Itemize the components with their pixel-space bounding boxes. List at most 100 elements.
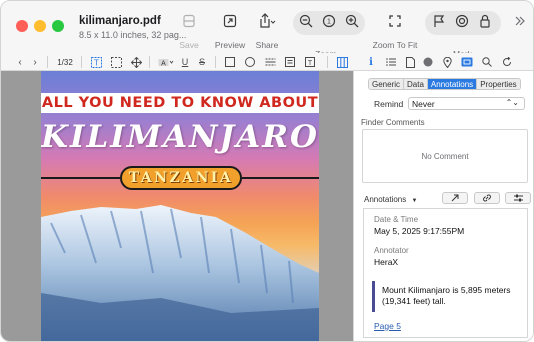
toolbar-overflow-button[interactable]	[513, 11, 527, 31]
preview-icon	[213, 11, 247, 31]
tab-annotations[interactable]: Annotations	[427, 79, 478, 89]
arrow-up-right-icon	[451, 194, 459, 202]
flag-button[interactable]	[431, 11, 447, 31]
info-icon: i	[369, 56, 373, 68]
close-window-button[interactable]	[16, 20, 28, 32]
remind-select[interactable]: Never ⌃⌄	[408, 97, 525, 110]
refresh-inspector-button[interactable]	[500, 55, 514, 69]
decorative-line-right	[242, 177, 319, 179]
note-icon	[285, 57, 295, 67]
document-title: kilimanjaro.pdf	[79, 15, 161, 27]
annotations-label: Annotations	[364, 195, 407, 204]
actual-size-icon: 1	[320, 11, 338, 31]
chevron-double-right-icon	[513, 11, 527, 31]
remind-label: Remind	[374, 99, 404, 109]
svg-text:T: T	[308, 60, 313, 67]
finder-comment-field[interactable]: No Comment	[362, 129, 528, 183]
rect-select-tool[interactable]	[109, 55, 123, 69]
page-link[interactable]: Page 5	[374, 321, 401, 331]
title-bar: kilimanjaro.pdf 8.5 x 11.0 inches, 32 pa…	[1, 1, 533, 59]
highlight-tool[interactable]: A	[157, 55, 175, 69]
chevron-left-icon: ‹	[18, 56, 22, 68]
line-tool[interactable]	[263, 55, 277, 69]
divider	[47, 56, 48, 68]
color-inspector-button[interactable]	[422, 55, 434, 69]
list-icon	[386, 58, 396, 66]
zoom-to-fit-button[interactable]: Zoom To Fit	[371, 11, 419, 50]
flag-icon	[431, 11, 447, 31]
save-icon	[175, 11, 203, 31]
save-label: Save	[179, 40, 199, 50]
link-annotation-button[interactable]	[474, 192, 500, 204]
zoom-to-fit-label: Zoom To Fit	[372, 40, 418, 50]
highlight-icon: A	[158, 58, 174, 67]
note-tool[interactable]	[283, 55, 297, 69]
textbox-tool[interactable]: T	[303, 55, 317, 69]
forward-button[interactable]: ›	[30, 55, 40, 69]
date-time-value: May 5, 2025 9:17:55PM	[374, 226, 465, 236]
document-viewer[interactable]: ALL YOU NEED TO KNOW ABOUT KILIMANJARO T…	[1, 71, 353, 341]
link-inspector-button[interactable]	[460, 55, 474, 69]
annotation-quote: Mount Kilimanjaro is 5,895 meters (19,34…	[382, 285, 511, 306]
zoom-out-button[interactable]	[297, 11, 315, 31]
columns-tool[interactable]	[335, 55, 349, 69]
tab-data[interactable]: Data	[404, 79, 428, 89]
actual-size-button[interactable]: 1	[320, 11, 338, 31]
no-comment-placeholder: No Comment	[421, 151, 469, 161]
preview-label: Preview	[214, 40, 246, 50]
minimize-window-button[interactable]	[34, 20, 46, 32]
rectangle-tool[interactable]	[223, 55, 237, 69]
target-button[interactable]	[454, 11, 470, 31]
zoom-out-icon	[297, 11, 315, 31]
list-inspector-button[interactable]	[385, 55, 397, 69]
search-inspector-button[interactable]	[481, 55, 493, 69]
pdf-page[interactable]: ALL YOU NEED TO KNOW ABOUT KILIMANJARO T…	[41, 71, 319, 341]
search-icon	[482, 57, 492, 67]
sliders-icon	[513, 194, 523, 202]
svg-text:T: T	[94, 58, 99, 67]
open-annotation-button[interactable]	[442, 192, 468, 204]
rect-select-icon	[110, 56, 122, 68]
document-inspector-button[interactable]	[404, 55, 416, 69]
divider	[327, 56, 328, 68]
page-indicator[interactable]: 1/32	[55, 55, 75, 69]
underline-tool[interactable]: U	[179, 55, 191, 69]
lines-icon	[265, 58, 275, 66]
back-button[interactable]: ‹	[15, 55, 25, 69]
move-tool[interactable]	[129, 55, 143, 69]
lock-button[interactable]	[477, 11, 493, 31]
secondary-toolbar: ‹ › 1/32 T A U S T i	[1, 53, 533, 71]
tab-generic[interactable]: Generic	[369, 79, 405, 89]
annotator-value: HeraX	[374, 257, 399, 267]
share-label: Share	[255, 40, 279, 50]
ellipse-tool[interactable]	[243, 55, 257, 69]
preview-button[interactable]: Preview	[213, 11, 247, 50]
divider	[215, 56, 216, 68]
location-inspector-button[interactable]	[441, 55, 453, 69]
tanzania-badge: TANZANIA	[120, 166, 242, 190]
link-box-icon	[461, 57, 473, 67]
info-inspector-button[interactable]: i	[365, 55, 377, 69]
mountain-illustration	[41, 205, 319, 341]
annotations-menu[interactable]: Annotations ▼	[364, 195, 417, 204]
text-select-icon: T	[90, 56, 102, 68]
zoom-window-button[interactable]	[52, 20, 64, 32]
tab-properties[interactable]: Properties	[477, 79, 520, 89]
save-button[interactable]: Save	[175, 11, 203, 50]
finder-comments-label: Finder Comments	[361, 118, 425, 127]
text-select-tool[interactable]: T	[89, 55, 103, 69]
rectangle-icon	[225, 57, 235, 67]
target-icon	[454, 11, 470, 31]
strikethrough-tool[interactable]: S	[195, 55, 209, 69]
share-button[interactable]: Share	[254, 11, 280, 50]
move-icon	[130, 56, 142, 68]
inspector-tabs: Generic Data Annotations Properties	[368, 78, 521, 90]
app-window: kilimanjaro.pdf 8.5 x 11.0 inches, 32 pa…	[0, 0, 534, 342]
svg-text:A: A	[161, 60, 166, 67]
lock-icon	[477, 11, 493, 31]
annotation-options-button[interactable]	[505, 192, 531, 204]
annotator-label: Annotator	[374, 246, 409, 255]
zoom-in-button[interactable]	[343, 11, 361, 31]
chevron-updown-icon: ⌃⌄	[505, 98, 519, 107]
ellipse-icon	[245, 57, 255, 67]
